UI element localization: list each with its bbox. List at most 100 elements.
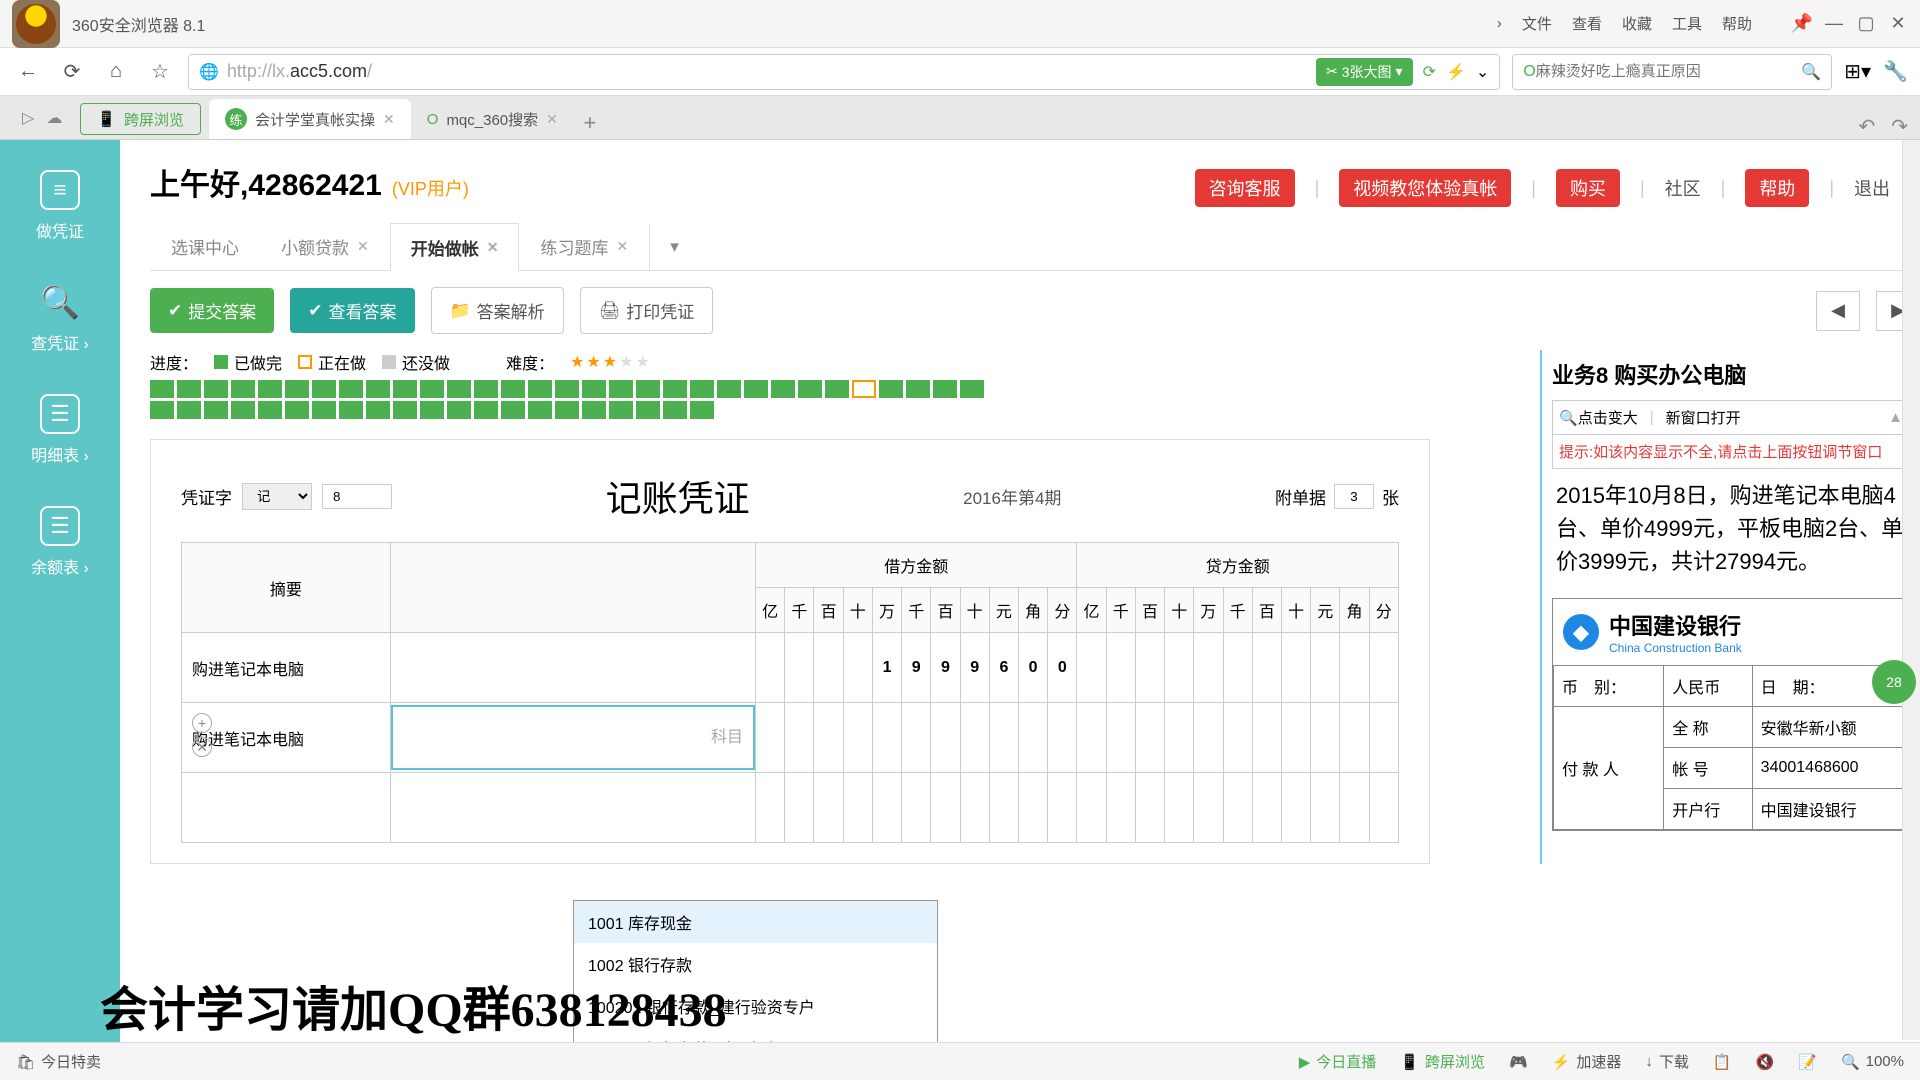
amount-digit[interactable]: [1135, 703, 1164, 773]
amount-digit[interactable]: [902, 703, 931, 773]
progress-cell[interactable]: [528, 380, 552, 398]
subject-dropdown[interactable]: 1001 库存现金1002 银行存款100201 银行存款_建行验资专户1002…: [573, 900, 938, 1042]
amount-digit[interactable]: 1: [872, 633, 901, 703]
print-button[interactable]: 🖨 打印凭证: [580, 287, 714, 334]
progress-cell[interactable]: [231, 401, 255, 419]
tab-mqc-search[interactable]: O mqc_360搜索 ✕: [411, 99, 574, 139]
progress-cell[interactable]: [420, 380, 444, 398]
progress-cell[interactable]: [555, 380, 579, 398]
submit-button[interactable]: ✔ 提交答案: [150, 288, 274, 333]
prev-button[interactable]: ◀: [1816, 291, 1860, 331]
amount-digit[interactable]: [872, 703, 901, 773]
progress-cell[interactable]: [204, 380, 228, 398]
progress-cell[interactable]: [231, 380, 255, 398]
pin-icon[interactable]: 📌: [1792, 14, 1812, 34]
dropdown-item[interactable]: 100201 银行存款_建行验资专户: [574, 985, 937, 1027]
wrench-icon[interactable]: 🔧: [1883, 59, 1908, 84]
progress-cell[interactable]: [474, 380, 498, 398]
profile-avatar[interactable]: [12, 0, 60, 48]
progress-cell[interactable]: [150, 380, 174, 398]
amount-digit[interactable]: [1223, 703, 1252, 773]
amount-digit[interactable]: [1369, 633, 1398, 703]
amount-digit[interactable]: [1106, 773, 1135, 843]
view-answer-button[interactable]: ✔ 查看答案: [290, 288, 414, 333]
close-icon[interactable]: ✕: [1888, 14, 1908, 34]
amount-digit[interactable]: [1223, 773, 1252, 843]
amount-digit[interactable]: [1106, 633, 1135, 703]
voucher-char-select[interactable]: 记: [242, 483, 312, 510]
close-icon[interactable]: ✕: [487, 239, 499, 256]
new-tab-button[interactable]: +: [574, 107, 606, 139]
tab-close-icon[interactable]: ✕: [546, 111, 558, 128]
progress-cell[interactable]: [447, 401, 471, 419]
download-link[interactable]: ↓ 下载: [1645, 1051, 1689, 1072]
menu-help[interactable]: 帮助: [1722, 13, 1752, 34]
cloud-icon[interactable]: ☁: [46, 108, 62, 128]
amount-digit[interactable]: [814, 633, 843, 703]
amount-digit[interactable]: 6: [989, 633, 1018, 703]
amount-digit[interactable]: 9: [931, 633, 960, 703]
amount-digit[interactable]: [1252, 633, 1281, 703]
amount-digit[interactable]: [1019, 773, 1048, 843]
scroll-up-icon[interactable]: ▲: [1888, 409, 1903, 426]
amount-digit[interactable]: [1281, 773, 1310, 843]
amount-digit[interactable]: [902, 773, 931, 843]
progress-cell[interactable]: [690, 401, 714, 419]
game-icon[interactable]: 🎮: [1509, 1053, 1528, 1071]
amount-digit[interactable]: 9: [960, 633, 989, 703]
amount-digit[interactable]: [989, 703, 1018, 773]
progress-cell[interactable]: [636, 380, 660, 398]
amount-digit[interactable]: [756, 703, 785, 773]
chevron-down-icon[interactable]: ⌄: [1476, 62, 1489, 82]
progress-cell[interactable]: [555, 401, 579, 419]
deals-link[interactable]: 🛍 今日特卖: [16, 1051, 101, 1072]
search-box[interactable]: O 🔍: [1512, 54, 1832, 90]
live-link[interactable]: ▶ 今日直播: [1299, 1051, 1377, 1072]
amount-digit[interactable]: [1135, 633, 1164, 703]
cross-screen-link[interactable]: 📱 跨屏浏览: [1400, 1051, 1485, 1072]
analysis-button[interactable]: 📁 答案解析: [431, 287, 564, 334]
amount-digit[interactable]: [1165, 773, 1194, 843]
amount-digit[interactable]: [1252, 703, 1281, 773]
progress-cell[interactable]: [582, 380, 606, 398]
progress-cell[interactable]: [258, 380, 282, 398]
floating-badge[interactable]: 28: [1872, 660, 1916, 704]
subject-cell[interactable]: [390, 633, 755, 703]
amount-digit[interactable]: [1048, 773, 1077, 843]
menu-favorites[interactable]: 收藏: [1622, 13, 1652, 34]
dropdown-item[interactable]: 1001 库存现金: [574, 901, 937, 943]
progress-cell[interactable]: [663, 401, 687, 419]
maximize-icon[interactable]: ▢: [1856, 14, 1876, 34]
amount-digit[interactable]: [843, 633, 872, 703]
progress-cell[interactable]: [960, 380, 984, 398]
amount-digit[interactable]: [1311, 633, 1340, 703]
amount-digit[interactable]: [1019, 703, 1048, 773]
amount-digit[interactable]: [1281, 703, 1310, 773]
amount-digit[interactable]: [1048, 703, 1077, 773]
close-icon[interactable]: ✕: [616, 238, 628, 255]
voucher-number-input[interactable]: [322, 484, 392, 509]
amount-digit[interactable]: [785, 773, 814, 843]
grid-icon[interactable]: ⊞▾: [1844, 59, 1871, 84]
amount-digit[interactable]: [1194, 773, 1223, 843]
back-button[interactable]: ←: [12, 56, 44, 88]
progress-cell[interactable]: [771, 380, 795, 398]
progress-cell[interactable]: [852, 380, 876, 398]
progress-cell[interactable]: [366, 401, 390, 419]
progress-cell[interactable]: [879, 380, 903, 398]
amount-digit[interactable]: [1311, 703, 1340, 773]
inner-tab-start[interactable]: 开始做帐✕: [390, 223, 520, 271]
subject-cell[interactable]: [390, 703, 755, 773]
amount-digit[interactable]: [1281, 633, 1310, 703]
amount-digit[interactable]: [1077, 703, 1106, 773]
tab-close-icon[interactable]: ✕: [383, 111, 395, 128]
undo-icon[interactable]: ↶: [1858, 114, 1875, 139]
nav-detail-table[interactable]: ☰ 明细表 ›: [31, 394, 89, 466]
inner-tab-loan[interactable]: 小额贷款✕: [260, 223, 390, 270]
zoom-button[interactable]: 🔍点击变大: [1559, 407, 1638, 428]
search-input[interactable]: [1536, 63, 1802, 80]
amount-digit[interactable]: [1340, 703, 1369, 773]
progress-cell[interactable]: [582, 401, 606, 419]
close-icon[interactable]: ✕: [357, 238, 369, 255]
amount-digit[interactable]: [1194, 703, 1223, 773]
